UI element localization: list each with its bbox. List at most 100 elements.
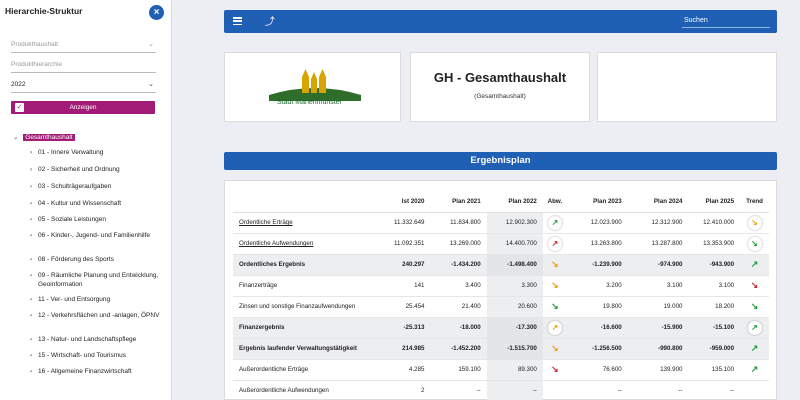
trend-arrow-icon: ↘ <box>750 301 759 311</box>
table-row[interactable]: Ordentliche Erträge 11.332.649 11.834.800 1… <box>233 212 769 234</box>
chevron-right-icon: › <box>30 336 33 343</box>
value-cell: 13.263.800 <box>566 233 628 255</box>
table-row[interactable]: Zinsen und sonstige Finanzaufwendungen 25… <box>233 296 769 318</box>
trend-arrow-icon[interactable]: ↘ <box>747 215 762 230</box>
trend-cell: ↘ <box>740 233 769 255</box>
trend-cell: ↗ <box>740 317 769 339</box>
tree-root-label: Gesamthaushalt <box>23 134 75 141</box>
column-header: Plan 2023 <box>566 192 628 213</box>
tree-root-gesamthaushalt[interactable]: ⌄ Gesamthaushalt <box>13 133 75 141</box>
value-cell: -15.900 <box>627 317 689 339</box>
column-header: Abw. <box>542 192 567 213</box>
produkthierarchie-field[interactable]: Produkthierarchie <box>11 57 156 73</box>
value-cell: 19.000 <box>627 296 689 318</box>
table-row[interactable]: Außerordentliche Erträge 4.285 159.100 89.3… <box>233 359 769 381</box>
value-cell: -959.000 <box>688 338 741 360</box>
value-cell: 3.400 <box>430 275 487 297</box>
value-cell: 89.300 <box>486 359 543 381</box>
value-cell: 3.100 <box>627 275 689 297</box>
trend-arrow-icon[interactable]: ↗ <box>747 320 762 335</box>
city-logo-emblem-icon <box>269 69 361 101</box>
table-row[interactable]: Ordentliches Ergebnis 240.297 -1.434.200 -1… <box>233 254 769 276</box>
sidebar-tree-item[interactable]: › 02 - Sicherheit und Ordnung <box>30 165 165 174</box>
sidebar-tree-item[interactable]: › 12 - Verkehrsflächen und -anlagen, ÖPNV <box>30 311 165 320</box>
value-cell: 19.800 <box>566 296 628 318</box>
sidebar-tree-item[interactable]: › 04 - Kultur und Wissenschaft <box>30 199 165 208</box>
sidebar-tree-item[interactable]: › 01 - Innere Verwaltung <box>30 148 165 157</box>
sidebar-tree-item[interactable]: › 05 - Soziale Leistungen <box>30 215 165 224</box>
page-title: GH - Gesamthaushalt <box>433 70 567 85</box>
column-header: Plan 2022 <box>486 192 543 213</box>
level-up-icon[interactable]: ⤴ <box>265 13 275 28</box>
value-cell: 14.400.700 <box>486 233 543 255</box>
deviation-arrow-icon[interactable]: ↗ <box>547 236 562 251</box>
anzeigen-button[interactable]: ✓ Anzeigen <box>11 101 155 114</box>
row-label[interactable]: Ordentliche Erträge <box>239 219 293 226</box>
sidebar-tree-item[interactable]: › 03 - Schulträgeraufgaben <box>30 182 165 191</box>
chevron-right-icon: › <box>30 312 33 319</box>
deviation-arrow-icon[interactable]: ↗ <box>547 320 562 335</box>
value-cell: 4.285 <box>384 359 431 381</box>
table-row[interactable]: Außerordentliche Aufwendungen 2 -- -- -- -- -- <box>233 380 769 400</box>
sidebar-tree-item[interactable]: › 06 - Kinder-, Jugend- und Familienhilfe <box>30 231 165 240</box>
value-cell: 11.834.800 <box>430 212 487 234</box>
chevron-right-icon: › <box>30 216 33 223</box>
sidebar-tree-item[interactable]: › 09 - Räumliche Planung und Entwicklung,… <box>30 271 165 289</box>
empty-card <box>597 52 777 122</box>
value-cell: 21.400 <box>430 296 487 318</box>
table-row[interactable]: Finanzerträge 141 3.400 3.300 ↘ 3.200 3.100 3.1… <box>233 275 769 297</box>
deviation-cell: ↘ <box>542 359 567 381</box>
city-logo: Stadt Marienmünster <box>265 67 365 113</box>
row-label[interactable]: Ordentliche Aufwendungen <box>239 240 313 247</box>
row-label: Außerordentliche Erträge <box>239 366 309 373</box>
row-label-cell: Finanzerträge <box>233 275 385 297</box>
table-row[interactable]: Ergebnis laufender Verwaltungstätigkeit 2… <box>233 338 769 360</box>
chevron-right-icon: › <box>30 272 33 279</box>
trend-arrow-icon: ↗ <box>750 259 759 269</box>
value-cell: 11.332.649 <box>384 212 431 234</box>
value-cell: 139.900 <box>627 359 689 381</box>
sidebar-tree-item[interactable]: › 08 - Förderung des Sports <box>30 255 165 264</box>
tree-item-label: 03 - Schulträgeraufgaben <box>38 183 112 190</box>
menu-icon[interactable] <box>233 17 242 26</box>
ergebnisplan-table: Ist 2020 Plan 2021 Plan 2022 Abw. Plan 2023 P… <box>233 192 769 400</box>
table-row[interactable]: Ordentliche Aufwendungen 11.092.351 13.269… <box>233 233 769 255</box>
row-label-cell: Ergebnis laufender Verwaltungstätigkeit <box>233 338 385 360</box>
sidebar-tree-item[interactable]: › 11 - Ver- und Entsorgung <box>30 295 165 304</box>
ergebnisplan-header: Ergebnisplan <box>224 152 777 170</box>
deviation-cell: ↗ <box>542 317 567 339</box>
logo-text: Stadt Marienmünster <box>277 99 342 106</box>
trend-arrow-icon[interactable]: ↘ <box>747 236 762 251</box>
row-label-cell[interactable]: Ordentliche Aufwendungen <box>233 233 385 255</box>
value-cell: -1.434.200 <box>430 254 487 276</box>
trend-cell: ↗ <box>740 359 769 381</box>
deviation-cell: ↗ <box>542 233 567 255</box>
deviation-arrow-icon: ↘ <box>551 301 559 311</box>
value-cell: -15.100 <box>688 317 741 339</box>
value-cell: -- <box>430 380 487 400</box>
row-label-cell[interactable]: Ordentliche Erträge <box>233 212 385 234</box>
table-row[interactable]: Finanzergebnis -25.313 -18.000 -17.300 ↗ -16.… <box>233 317 769 339</box>
chevron-right-icon: › <box>30 256 33 263</box>
sidebar-tree-item[interactable]: › 13 - Natur- und Landschaftspflege <box>30 335 165 344</box>
deviation-arrow-icon[interactable]: ↗ <box>547 215 562 230</box>
row-label: Außerordentliche Aufwendungen <box>239 387 329 394</box>
value-cell: 135.100 <box>688 359 741 381</box>
value-cell: 25.454 <box>384 296 431 318</box>
trend-cell <box>740 380 769 400</box>
close-icon[interactable]: × <box>149 5 164 20</box>
chevron-down-icon: ⌄ <box>13 134 19 141</box>
chevron-down-icon: ⌄ <box>148 81 154 88</box>
produkthaushalt-select[interactable]: Produkthaushalt ⌄ <box>11 37 156 53</box>
value-cell: -943.900 <box>688 254 741 276</box>
sidebar-tree-item[interactable]: › 16 - Allgemeine Finanzwirtschaft <box>30 367 165 376</box>
trend-cell: ↗ <box>740 338 769 360</box>
value-cell: 240.297 <box>384 254 431 276</box>
sidebar-tree-item[interactable]: › 15 - Wirtschaft- und Tourismus <box>30 351 165 360</box>
ergebnisplan-panel: Ist 2020 Plan 2021 Plan 2022 Abw. Plan 2023 P… <box>224 180 777 400</box>
year-select[interactable]: 2022 ⌄ <box>11 77 156 93</box>
produkthierarchie-placeholder: Produkthierarchie <box>11 61 62 68</box>
search-input[interactable]: Suchen <box>684 17 708 24</box>
deviation-arrow-icon: ↘ <box>551 343 559 353</box>
deviation-arrow-icon: ↘ <box>551 280 559 290</box>
